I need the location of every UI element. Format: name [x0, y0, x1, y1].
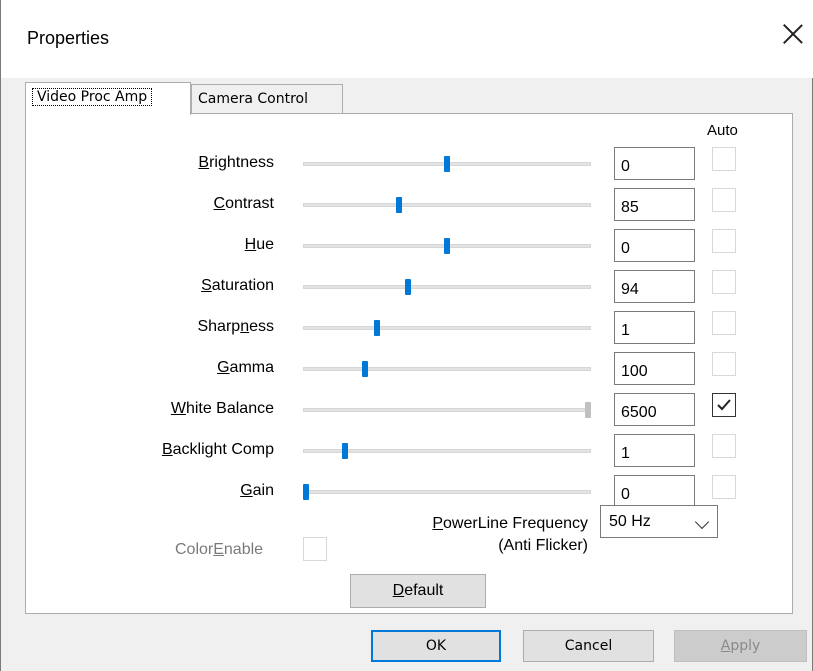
- sharpness-auto-checkbox[interactable]: [712, 311, 736, 335]
- gamma-slider-thumb[interactable]: [362, 361, 369, 377]
- saturation-slider-thumb[interactable]: [404, 279, 411, 295]
- gamma-auto-checkbox[interactable]: [712, 352, 736, 376]
- white-balance-slider-track[interactable]: [303, 408, 591, 412]
- brightness-auto-checkbox[interactable]: [712, 147, 736, 171]
- gain-auto-checkbox[interactable]: [712, 475, 736, 499]
- title-bar: Properties: [1, 0, 813, 78]
- properties-dialog: Properties Video Proc Amp Camera Control…: [0, 0, 813, 671]
- white-balance-label: White Balance: [170, 400, 274, 417]
- hue-value-field[interactable]: 0: [614, 229, 695, 262]
- backlight-comp-label: Backlight Comp: [161, 441, 274, 458]
- color-enable-label: ColorEnable: [175, 541, 264, 558]
- brightness-slider-thumb[interactable]: [444, 156, 450, 172]
- checkmark-icon: [717, 399, 731, 411]
- backlight-comp-auto-checkbox[interactable]: [712, 434, 736, 458]
- contrast-value-field[interactable]: 85: [614, 188, 695, 221]
- selected-value: 50 Hz: [609, 513, 651, 530]
- white-balance-auto-checkbox[interactable]: [712, 393, 736, 417]
- close-icon[interactable]: [781, 22, 805, 46]
- cancel-button[interactable]: Cancel: [523, 630, 654, 662]
- auto-column-header: Auto: [707, 122, 738, 139]
- white-balance-value-field[interactable]: 6500: [614, 393, 695, 426]
- hue-label: Hue: [244, 236, 274, 253]
- saturation-slider-track[interactable]: [303, 285, 591, 289]
- saturation-value-field[interactable]: 94: [614, 270, 695, 303]
- gain-label: Gain: [240, 482, 274, 499]
- sharpness-slider-thumb[interactable]: [373, 320, 380, 336]
- default-button[interactable]: Default: [350, 574, 486, 608]
- brightness-value-field[interactable]: 0: [614, 147, 695, 180]
- saturation-label: Saturation: [201, 277, 274, 294]
- gamma-label: Gamma: [217, 359, 274, 376]
- gain-value-field[interactable]: 0: [614, 475, 695, 508]
- powerline-frequency-label: PowerLine Frequency (Anti Flicker): [432, 515, 588, 554]
- gain-slider-thumb[interactable]: [303, 484, 309, 500]
- tab-video-proc-amp[interactable]: Video Proc Amp: [25, 82, 191, 115]
- contrast-auto-checkbox[interactable]: [712, 188, 736, 212]
- tab-label: Video Proc Amp: [32, 88, 153, 106]
- ok-button[interactable]: OK: [371, 630, 501, 662]
- sharpness-value-field[interactable]: 1: [614, 311, 695, 344]
- hue-slider-thumb[interactable]: [444, 238, 450, 254]
- gamma-value-field[interactable]: 100: [614, 352, 695, 385]
- apply-button[interactable]: Apply: [674, 630, 807, 662]
- contrast-label: Contrast: [213, 195, 274, 212]
- backlight-comp-value-field[interactable]: 1: [614, 434, 695, 467]
- window-title: Properties: [27, 28, 110, 48]
- saturation-auto-checkbox[interactable]: [712, 270, 736, 294]
- chevron-down-icon: [694, 514, 710, 530]
- tab-label: Camera Control: [198, 91, 308, 107]
- powerline-frequency-select[interactable]: 50 Hz: [600, 505, 718, 538]
- contrast-slider-thumb[interactable]: [396, 197, 403, 213]
- brightness-label: Brightness: [198, 154, 274, 171]
- gamma-slider-track[interactable]: [303, 367, 591, 371]
- contrast-slider-track[interactable]: [303, 203, 591, 207]
- tab-camera-control[interactable]: Camera Control: [191, 84, 343, 114]
- sharpness-slider-track[interactable]: [303, 326, 591, 330]
- color-enable-checkbox[interactable]: [303, 537, 327, 561]
- hue-auto-checkbox[interactable]: [712, 229, 736, 253]
- white-balance-slider-thumb[interactable]: [585, 402, 591, 418]
- gain-slider-track[interactable]: [303, 490, 591, 494]
- backlight-comp-slider-thumb[interactable]: [342, 443, 349, 459]
- sharpness-label: Sharpness: [197, 318, 274, 335]
